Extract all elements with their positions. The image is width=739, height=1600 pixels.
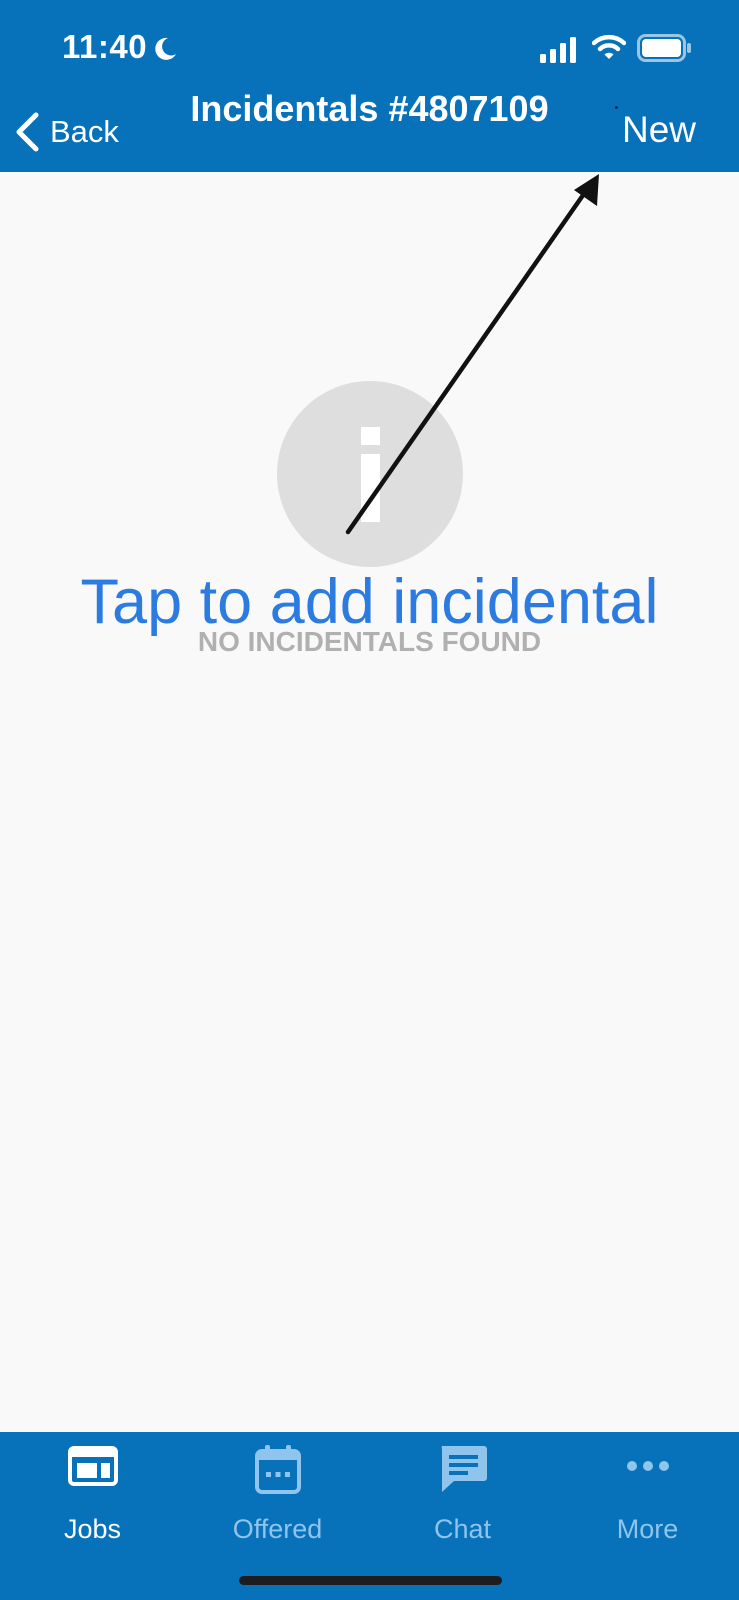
tab-offered[interactable]: Offered xyxy=(185,1432,370,1552)
tab-label-offered: Offered xyxy=(232,1514,323,1544)
info-circle xyxy=(277,381,463,567)
more-icon xyxy=(626,1461,669,1471)
empty-state-message: NO INCIDENTALS FOUND xyxy=(197,626,542,657)
tab-label-more: More xyxy=(616,1514,679,1544)
back-button[interactable]: Back xyxy=(14,108,119,156)
tab-label-jobs: Jobs xyxy=(63,1514,122,1544)
new-button[interactable]: New xyxy=(622,109,696,151)
tab-chat[interactable]: Chat xyxy=(370,1432,555,1552)
moon-icon xyxy=(155,37,176,60)
cellular-signal-icon xyxy=(540,37,576,63)
tab-bar: Jobs Offered Chat More xyxy=(0,1432,739,1600)
chevron-left-icon xyxy=(16,112,39,152)
info-icon xyxy=(361,427,380,522)
home-indicator xyxy=(239,1576,502,1585)
tab-label-chat: Chat xyxy=(433,1514,492,1544)
wifi-icon xyxy=(592,34,626,59)
battery-icon xyxy=(637,34,691,62)
tab-more[interactable]: More xyxy=(555,1432,739,1552)
nav-header: 11:40 Back Incidentals #4807109 New xyxy=(0,0,739,172)
calendar-icon xyxy=(254,1445,301,1494)
jobs-icon xyxy=(67,1446,118,1486)
annotation-arrow-icon xyxy=(345,174,599,535)
decorative-dot xyxy=(615,106,618,109)
tab-jobs[interactable]: Jobs xyxy=(0,1432,185,1552)
back-label: Back xyxy=(50,114,119,149)
status-time: 11:40 xyxy=(62,28,148,65)
chat-icon xyxy=(441,1446,487,1492)
